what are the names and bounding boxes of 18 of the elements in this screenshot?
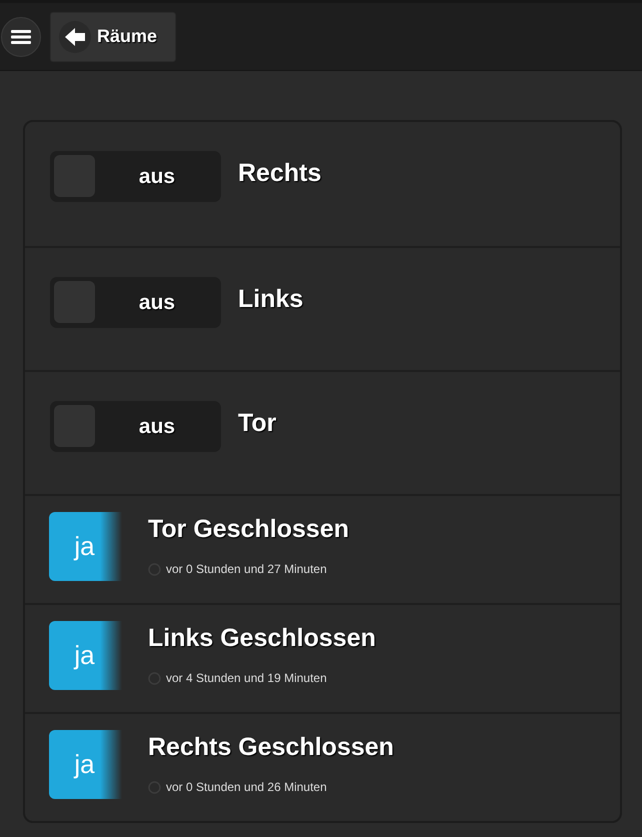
toggle-switch[interactable]: aus (50, 277, 221, 328)
menu-icon (11, 28, 31, 44)
status-badge: ja (49, 621, 122, 690)
switch-title: Rechts (238, 159, 322, 188)
toggle-switch[interactable]: aus (50, 151, 221, 202)
status-badge: ja (49, 512, 122, 581)
sensor-title: Links Geschlossen (148, 624, 376, 653)
toggle-switch[interactable]: aus (50, 401, 221, 452)
time-ago-text: vor 0 Stunden und 27 Minuten (166, 562, 327, 576)
switch-title: Links (238, 285, 304, 314)
sensor-title: Tor Geschlossen (148, 515, 349, 544)
sensor-title: Rechts Geschlossen (148, 733, 394, 762)
switch-title: Tor (238, 409, 276, 438)
status-badge: ja (49, 730, 122, 799)
time-ago-text: vor 0 Stunden und 26 Minuten (166, 780, 327, 794)
time-ago-text: vor 4 Stunden und 19 Minuten (166, 671, 327, 685)
back-button[interactable]: Räume (50, 12, 176, 62)
menu-button[interactable] (1, 16, 41, 56)
